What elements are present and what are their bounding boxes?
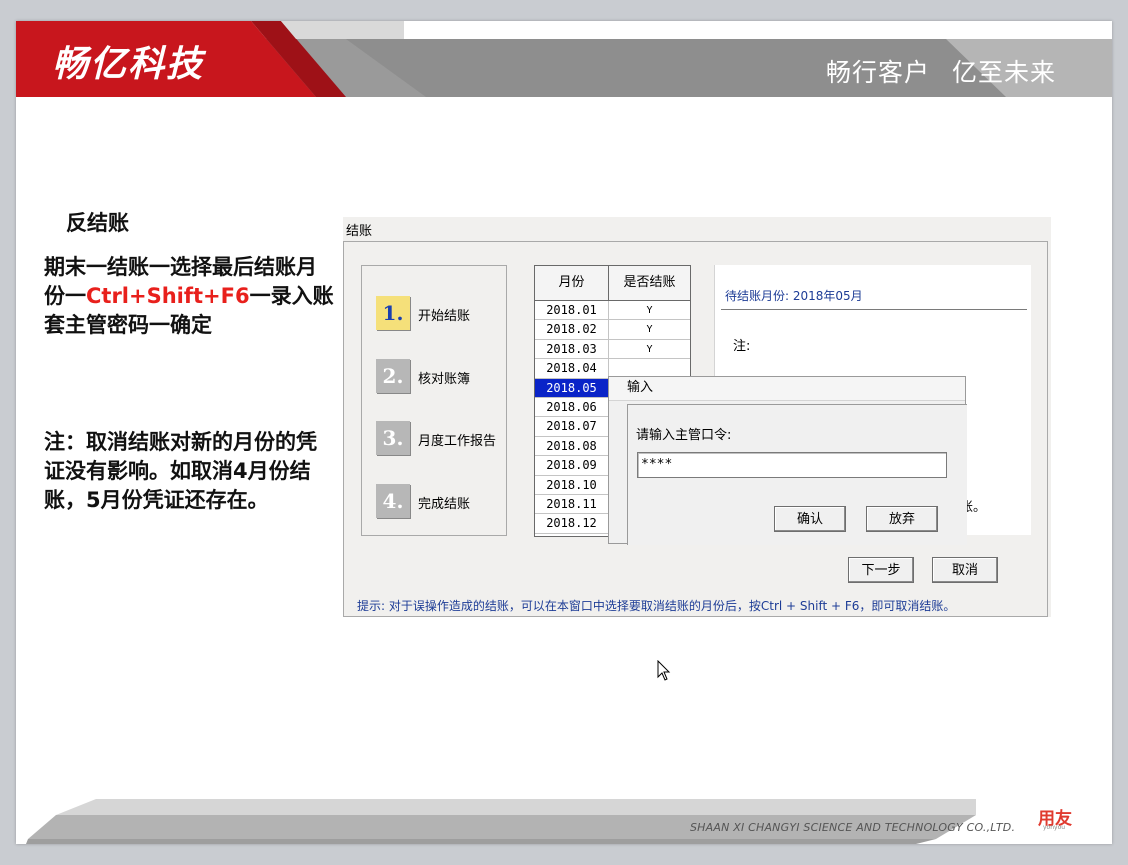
next-step-button[interactable]: 下一步	[848, 557, 914, 583]
month-cell: 2018.07	[535, 417, 609, 436]
closed-cell	[609, 359, 690, 377]
divider	[721, 309, 1027, 310]
yonyou-logo-sub: yonyou	[1043, 824, 1066, 831]
step-monthly-report[interactable]: 3. 月度工作报告	[376, 421, 504, 457]
step-start-closing[interactable]: 1. 开始结账	[376, 296, 504, 332]
step-label: 完成结账	[418, 497, 471, 512]
section-title: 反结账	[66, 211, 129, 235]
month-cell: 2018.01	[535, 301, 609, 320]
closed-cell: Y	[646, 343, 653, 355]
month-cell: 2018.10	[535, 475, 609, 494]
table-header: 月份 是否结账	[535, 266, 690, 301]
password-label: 请输入主管口令:	[636, 428, 732, 443]
note-text: 注：取消结账对新的月份的凭证没有影响。如取消4月份结账，5月份凭证还存在。	[44, 430, 317, 512]
confirm-button[interactable]: 确认	[774, 506, 846, 532]
hint-text: 提示: 对于误操作造成的结账，可以在本窗口中选择要取消结账的月份后，按Ctrl …	[357, 599, 956, 613]
procedure-text: 期末一结账一选择最后结账月份一Ctrl+Shift+F6一录入账套主管密码一确定	[44, 253, 334, 340]
password-dialog-body: 请输入主管口令: **** 确认 放弃	[627, 404, 967, 545]
month-cell: 2018.06	[535, 397, 609, 417]
month-cell: 2018.08	[535, 436, 609, 456]
slogan: 畅行客户 亿至未来	[804, 53, 1056, 89]
closed-cell: Y	[646, 324, 653, 336]
shortcut-text: Ctrl+Shift+F6	[86, 284, 250, 308]
month-cell: 2018.04	[535, 359, 609, 378]
password-input[interactable]: ****	[637, 452, 947, 478]
steps-panel: 1. 开始结账 2. 核对账簿 3. 月度工作报告 4. 完成结账	[361, 265, 507, 536]
note-label: 注:	[733, 339, 751, 354]
dialog-title: 结账	[346, 224, 373, 239]
step-3-icon: 3.	[376, 421, 410, 455]
step-4-icon: 4.	[376, 484, 410, 518]
abandon-button[interactable]: 放弃	[866, 506, 938, 532]
table-row[interactable]: 2018.01 Y	[535, 301, 690, 321]
cancel-button[interactable]: 取消	[932, 557, 998, 583]
company-logo: 畅亿科技	[52, 43, 205, 85]
table-row[interactable]: 2018.02 Y	[535, 320, 690, 340]
month-cell: 2018.12	[535, 514, 609, 533]
slogan-part-1: 畅行客户	[825, 58, 930, 87]
month-cell: 2018.05	[535, 378, 609, 397]
closed-cell: Y	[646, 305, 653, 316]
pending-month-label: 待结账月份: 2018年05月	[725, 289, 863, 303]
step-label: 月度工作报告	[418, 434, 497, 449]
step-2-icon: 2.	[376, 359, 410, 393]
step-label: 开始结账	[418, 309, 471, 324]
step-label: 核对账簿	[418, 372, 471, 387]
step-finish-closing[interactable]: 4. 完成结账	[376, 484, 504, 520]
month-cell: 2018.02	[535, 320, 609, 339]
column-header-month[interactable]: 月份	[535, 266, 609, 300]
mouse-cursor-icon	[657, 660, 671, 681]
step-check-books[interactable]: 2. 核对账簿	[376, 359, 504, 395]
month-cell: 2018.11	[535, 494, 609, 514]
column-header-closed[interactable]: 是否结账	[609, 266, 690, 300]
table-row[interactable]: 2018.03 Y	[535, 339, 690, 360]
month-cell: 2018.03	[535, 339, 609, 359]
password-dialog-title: 输入	[609, 377, 965, 401]
slide: 畅亿科技 畅行客户 亿至未来 反结账 期末一结账一选择最后结账月份一Ctrl+Sh…	[16, 21, 1112, 844]
footer-company-name: SHAAN XI CHANGYI SCIENCE AND TECHNOLOGY …	[690, 821, 1016, 834]
month-cell: 2018.09	[535, 456, 609, 475]
password-dialog: 输入 请输入主管口令: **** 确认 放弃	[608, 376, 967, 545]
slogan-part-2: 亿至未来	[951, 58, 1056, 87]
step-1-icon: 1.	[376, 296, 410, 330]
